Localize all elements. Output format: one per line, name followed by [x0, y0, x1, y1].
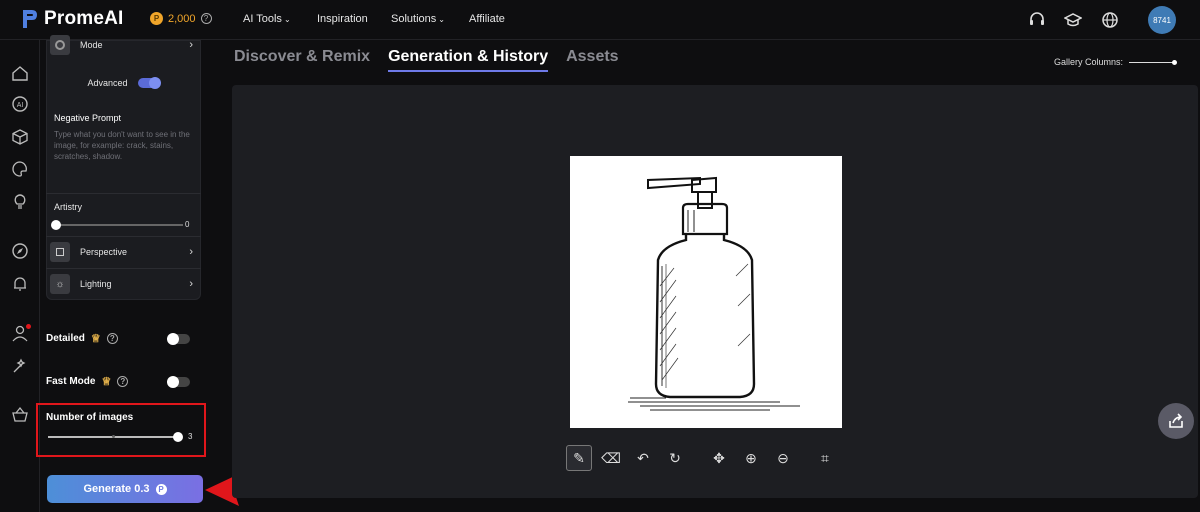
crop-icon[interactable]: ⌗	[812, 445, 838, 471]
bell-icon[interactable]	[11, 275, 29, 293]
generate-button[interactable]: Generate 0.3 P	[47, 475, 203, 503]
compass-icon[interactable]	[11, 242, 29, 260]
perspective-row[interactable]: Perspective ›	[46, 240, 201, 264]
chevron-down-icon: ⌄	[283, 15, 291, 24]
brand-logo[interactable]: PromeAI	[22, 8, 124, 30]
main-tabs: Discover & Remix Generation & History As…	[234, 48, 619, 72]
divider	[46, 193, 201, 194]
notification-dot	[26, 324, 31, 329]
negative-prompt-input[interactable]: Type what you don't want to see in the i…	[54, 129, 194, 162]
headset-icon[interactable]	[1028, 11, 1046, 29]
nav-label: Affiliate	[469, 13, 505, 25]
advanced-toggle[interactable]	[137, 77, 161, 89]
slider-thumb[interactable]	[1172, 59, 1178, 65]
nav-solutions[interactable]: Solutions ⌄	[391, 13, 445, 25]
advanced-label: Advanced	[87, 78, 128, 88]
share-icon	[1169, 413, 1183, 428]
zoom-in-icon[interactable]: ⊕	[738, 445, 764, 471]
lighting-label: Lighting	[80, 279, 112, 289]
redo-icon[interactable]: ↻	[662, 445, 688, 471]
gallery-columns-slider[interactable]	[1129, 59, 1178, 65]
fast-mode-row: Fast Mode ♕ ?	[46, 375, 129, 388]
help-icon[interactable]: ?	[106, 333, 118, 344]
artistry-value: 0	[185, 220, 190, 229]
advanced-row: Advanced	[46, 76, 201, 90]
credits-value: 2,000	[168, 12, 196, 25]
artistry-slider[interactable]	[51, 220, 183, 230]
coin-icon: P	[150, 12, 163, 25]
nav-ai-tools[interactable]: AI Tools ⌄	[243, 13, 291, 25]
mode-row[interactable]: Mode ›	[46, 34, 201, 56]
generated-image[interactable]	[570, 156, 842, 428]
negative-prompt-title: Negative Prompt	[54, 113, 122, 123]
lighting-row[interactable]: ☼ Lighting ›	[46, 272, 201, 296]
tab-assets[interactable]: Assets	[566, 48, 618, 72]
basket-icon[interactable]	[11, 406, 29, 424]
detailed-row: Detailed ♕ ?	[46, 332, 118, 345]
svg-text:AI: AI	[17, 102, 24, 109]
sun-icon: ☼	[50, 274, 70, 294]
gallery-columns-label: Gallery Columns:	[1054, 57, 1124, 67]
highlight-box	[36, 403, 206, 457]
image-toolbar-right: ✥ ⊕ ⊖ ⌗	[706, 445, 838, 471]
chevron-right-icon: ›	[189, 278, 193, 290]
gallery-columns-control: Gallery Columns:	[1054, 57, 1178, 67]
home-icon[interactable]	[11, 64, 29, 82]
fast-mode-toggle[interactable]	[167, 376, 190, 388]
detailed-toggle[interactable]	[167, 333, 190, 345]
undo-icon[interactable]: ↶	[630, 445, 656, 471]
cube-icon[interactable]	[11, 128, 29, 146]
credits-balance[interactable]: P 2,000 ?	[150, 12, 212, 25]
nav-label: AI Tools	[243, 13, 282, 25]
mode-label: Mode	[80, 40, 103, 50]
help-icon[interactable]: ?	[200, 13, 212, 24]
graduation-cap-icon[interactable]	[1064, 11, 1082, 29]
bottle-sketch-image	[628, 176, 800, 411]
crown-icon: ♕	[101, 376, 112, 388]
fast-mode-label: Fast Mode	[46, 376, 96, 387]
brand-name: PromeAI	[44, 8, 124, 29]
image-toolbar-left: ✎ ⌫ ↶ ↻	[566, 445, 688, 471]
divider	[46, 236, 201, 237]
chevron-right-icon: ›	[189, 39, 193, 51]
avatar[interactable]: 8741	[1148, 6, 1176, 34]
slider-thumb[interactable]	[51, 220, 61, 230]
zoom-out-icon[interactable]: ⊖	[770, 445, 796, 471]
lightbulb-icon[interactable]	[11, 192, 29, 210]
promeai-logo-icon	[23, 10, 37, 28]
coin-icon: P	[155, 483, 167, 495]
tab-discover-remix[interactable]: Discover & Remix	[234, 48, 370, 72]
nav-affiliate[interactable]: Affiliate	[469, 13, 505, 25]
help-icon[interactable]: ?	[117, 376, 129, 387]
magic-wand-icon[interactable]	[11, 357, 29, 375]
perspective-icon	[50, 242, 70, 262]
nav-label: Inspiration	[317, 13, 368, 25]
generate-label: Generate 0.3	[83, 483, 150, 495]
divider	[46, 268, 201, 269]
perspective-label: Perspective	[80, 247, 128, 257]
move-icon[interactable]: ✥	[706, 445, 732, 471]
palette-icon[interactable]	[11, 160, 29, 178]
mode-icon	[50, 35, 70, 55]
chevron-right-icon: ›	[189, 246, 193, 258]
chevron-down-icon: ⌄	[438, 15, 445, 24]
artistry-label: Artistry	[54, 202, 82, 212]
nav-label: Solutions	[391, 13, 437, 25]
detailed-label: Detailed	[46, 333, 85, 344]
crown-icon: ♕	[90, 333, 101, 345]
brush-icon[interactable]: ✎	[566, 445, 592, 471]
globe-icon[interactable]	[1101, 11, 1119, 29]
left-rail: AI	[0, 40, 40, 512]
eraser-icon[interactable]: ⌫	[598, 445, 624, 471]
ai-icon[interactable]: AI	[11, 95, 29, 113]
nav-inspiration[interactable]: Inspiration	[317, 13, 368, 25]
tab-generation-history[interactable]: Generation & History	[388, 48, 549, 72]
share-button[interactable]	[1158, 403, 1194, 439]
